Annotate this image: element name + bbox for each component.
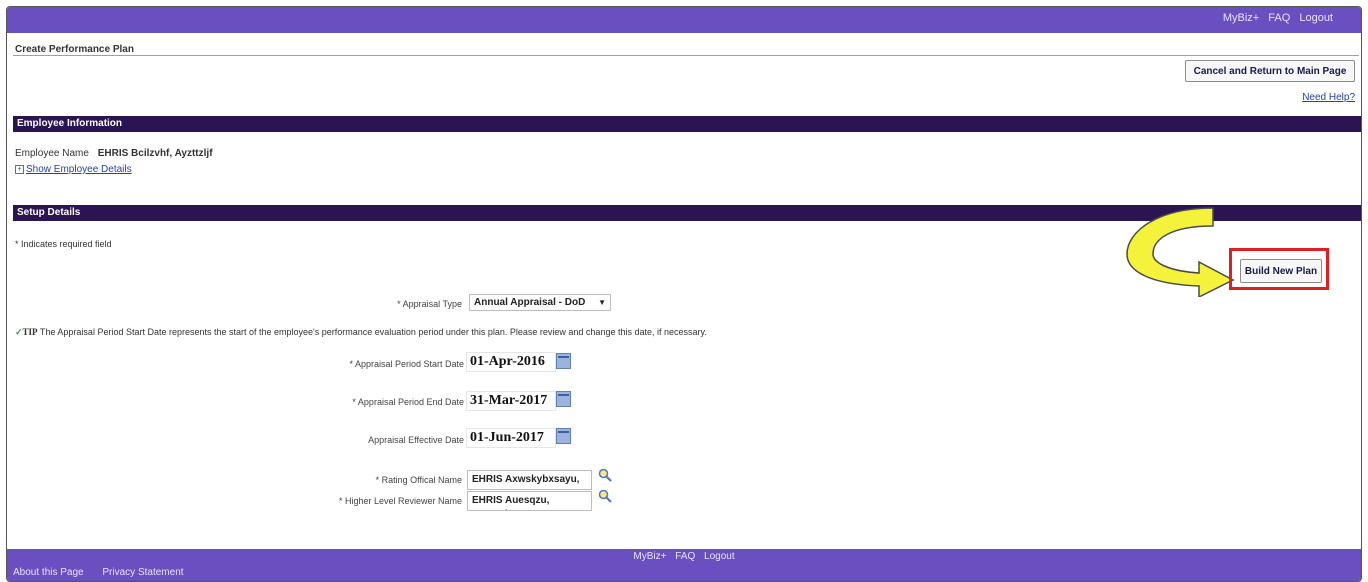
need-help-link[interactable]: Need Help?	[1302, 92, 1355, 103]
footer-center-links: MyBiz+ FAQ Logout	[7, 551, 1361, 562]
end-date-calendar-icon[interactable]	[556, 391, 571, 407]
footer-mybiz-link[interactable]: MyBiz+	[633, 551, 666, 562]
tip-text: The Appraisal Period Start Date represen…	[39, 327, 707, 337]
effective-date-label: Appraisal Effective Date	[368, 435, 464, 445]
app-window: MyBiz+ FAQ Logout Create Performance Pla…	[6, 6, 1362, 582]
logout-link[interactable]: Logout	[1299, 12, 1333, 24]
appraisal-type-value: Annual Appraisal - DoD	[474, 297, 586, 308]
title-divider	[13, 55, 1359, 56]
mybiz-link[interactable]: MyBiz+	[1223, 12, 1259, 24]
tip-message: ✓TIP The Appraisal Period Start Date rep…	[15, 327, 707, 338]
start-date-calendar-icon[interactable]	[556, 353, 571, 369]
tip-word: TIP	[22, 327, 38, 337]
top-nav-bar: MyBiz+ FAQ Logout	[7, 7, 1361, 33]
end-date-input[interactable]: 31-Mar-2017	[466, 391, 556, 411]
page-title: Create Performance Plan	[15, 44, 134, 55]
privacy-statement-link[interactable]: Privacy Statement	[102, 567, 183, 578]
end-date-label: * Appraisal Period End Date	[352, 397, 464, 407]
about-page-link[interactable]: About this Page	[13, 567, 84, 578]
employee-information-header: Employee Information	[13, 116, 1361, 132]
footer-left-links: About this Page Privacy Statement	[13, 567, 200, 578]
checkmark-icon: ✓	[15, 327, 23, 337]
footer-logout-link[interactable]: Logout	[704, 551, 735, 562]
higher-reviewer-label: * Higher Level Reviewer Name	[338, 496, 462, 506]
footer-bar: MyBiz+ FAQ Logout About this Page Privac…	[7, 549, 1361, 581]
higher-reviewer-input[interactable]: EHRIS Auesqzu, Xcnaxd	[467, 491, 592, 511]
required-field-note: * Indicates required field	[15, 239, 112, 249]
rating-official-input[interactable]: EHRIS Axwskybxsayu, F	[467, 470, 592, 490]
effective-date-calendar-icon[interactable]	[556, 428, 571, 444]
appraisal-type-select[interactable]: Annual Appraisal - DoD ▼	[469, 294, 611, 311]
employee-name-value: EHRIS Bcilzvhf, Ayzttzljf	[97, 148, 213, 159]
effective-date-input[interactable]: 01-Jun-2017	[466, 428, 556, 448]
curved-arrow-icon	[1126, 207, 1235, 297]
show-employee-details-link[interactable]: Show Employee Details	[26, 164, 132, 175]
higher-reviewer-search-icon[interactable]	[598, 489, 612, 503]
dropdown-caret-icon[interactable]: ▼	[598, 298, 606, 307]
cancel-return-button[interactable]: Cancel and Return to Main Page	[1185, 60, 1355, 82]
appraisal-type-label: * Appraisal Type	[397, 299, 462, 309]
employee-name-row: Employee Name EHRIS Bcilzvhf, Ayzttzljf	[15, 148, 213, 159]
highlight-box	[1229, 248, 1329, 290]
top-links: MyBiz+ FAQ Logout	[1217, 12, 1333, 24]
start-date-input[interactable]: 01-Apr-2016	[466, 352, 556, 372]
rating-official-search-icon[interactable]	[598, 468, 612, 482]
start-date-label: * Appraisal Period Start Date	[349, 359, 464, 369]
show-employee-details[interactable]: + Show Employee Details	[15, 164, 132, 175]
employee-name-label: Employee Name	[15, 148, 89, 159]
footer-faq-link[interactable]: FAQ	[675, 551, 695, 562]
expand-plus-icon[interactable]: +	[15, 164, 24, 174]
rating-official-label: * Rating Offical Name	[375, 475, 462, 485]
faq-link[interactable]: FAQ	[1268, 12, 1290, 24]
